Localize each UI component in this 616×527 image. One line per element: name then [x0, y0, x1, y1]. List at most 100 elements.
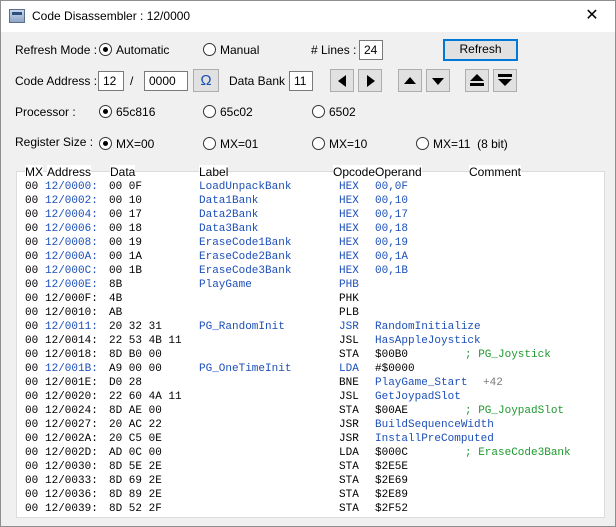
arrow-left-icon[interactable] — [330, 69, 354, 92]
window-title: Code Disassembler : 12/0000 — [32, 9, 191, 23]
table-row[interactable]: 00 12/000F: 4B PHK — [25, 292, 605, 306]
refresh-button[interactable]: Refresh — [443, 39, 518, 61]
row-operand[interactable]: BuildSequenceWidth — [375, 418, 494, 432]
table-row[interactable]: 00 12/0006: 00 18 Data3Bank HEX 00,18 — [25, 222, 605, 236]
row-data: 8D 69 2E — [109, 475, 162, 487]
code-offset-input[interactable]: 0000 — [144, 71, 188, 91]
table-row[interactable]: 00 12/001E: D0 28 BNE PlayGame_Start +42 — [25, 376, 605, 390]
table-row[interactable]: 00 12/0011: 20 32 31 PG_RandomInit JSR Random… — [25, 320, 605, 334]
processor-6502-radio[interactable] — [312, 105, 325, 118]
lines-input[interactable]: 24 — [359, 40, 383, 60]
processor-6502-label[interactable]: 6502 — [329, 105, 356, 119]
row-opcode: JSL — [339, 335, 359, 347]
row-label[interactable]: EraseCode3Bank — [199, 264, 291, 278]
page-up-icon[interactable] — [465, 69, 489, 92]
table-row[interactable]: 00 12/0033: 8D 69 2E STA $2E69 — [25, 474, 605, 488]
address-separator: / — [130, 74, 134, 88]
table-row[interactable]: 00 12/000E: 8B PlayGame PHB — [25, 278, 605, 292]
row-label[interactable]: PlayGame — [199, 278, 252, 292]
table-row[interactable]: 00 12/0024: 8D AE 00 STA $00AE ; PG_JoypadSlo… — [25, 404, 605, 418]
row-label[interactable]: LoadUnpackBank — [199, 180, 291, 194]
row-operand[interactable]: 00,19 — [375, 236, 408, 250]
row-address: 12/002A: — [45, 433, 98, 445]
table-row[interactable]: 00 12/001B: A9 00 00 PG_OneTimeInit LDA #$000… — [25, 362, 605, 376]
row-operand[interactable]: InstallPreComputed — [375, 432, 494, 446]
table-row[interactable]: 00 12/0004: 00 17 Data2Bank HEX 00,17 — [25, 208, 605, 222]
processor-65c816-radio[interactable] — [99, 105, 112, 118]
row-operand[interactable]: PlayGame_Start — [375, 376, 467, 390]
row-label[interactable]: Data1Bank — [199, 194, 258, 208]
register-mx10-label[interactable]: MX=10 — [329, 137, 367, 151]
arrow-up-icon[interactable] — [398, 69, 422, 92]
processor-65c02-radio[interactable] — [203, 105, 216, 118]
arrow-down-icon[interactable] — [426, 69, 450, 92]
register-mx11-radio[interactable] — [416, 137, 429, 150]
column-header-address: Address — [47, 165, 92, 179]
row-operand[interactable]: 00,0F — [375, 180, 408, 194]
table-row[interactable]: 00 12/0002: 00 10 Data1Bank HEX 00,10 — [25, 194, 605, 208]
arrow-right-icon[interactable] — [358, 69, 382, 92]
row-operand[interactable]: 00,18 — [375, 222, 408, 236]
row-label[interactable]: EraseCode2Bank — [199, 250, 291, 264]
row-label[interactable]: PG_RandomInit — [199, 320, 285, 334]
row-data: 00 19 — [109, 237, 143, 249]
register-mx11-label[interactable]: MX=11 (8 bit) — [433, 137, 508, 151]
row-comment: ; EraseCode3Bank — [465, 447, 571, 459]
table-row[interactable]: 00 12/0000: 00 0F LoadUnpackBank HEX 00,0F — [25, 180, 605, 194]
register-mx00-radio[interactable] — [99, 137, 112, 150]
table-row[interactable]: 00 12/0020: 22 60 4A 11 JSL GetJoypadSlot — [25, 390, 605, 404]
row-address: 12/0008: — [45, 237, 98, 249]
table-row[interactable]: 00 12/0014: 22 53 4B 11 JSL HasAppleJoystick — [25, 334, 605, 348]
code-bank-input[interactable]: 12 — [98, 71, 124, 91]
register-mx10-radio[interactable] — [312, 137, 325, 150]
table-row[interactable]: 00 12/000C: 00 1B EraseCode3Bank HEX 00,1B — [25, 264, 605, 278]
register-mx01-label[interactable]: MX=01 — [220, 137, 258, 151]
omega-icon[interactable]: Ω — [193, 69, 219, 92]
row-address: 12/0014: — [45, 335, 98, 347]
refresh-manual-radio[interactable] — [203, 43, 216, 56]
table-row[interactable]: 00 12/0036: 8D 89 2E STA $2E89 — [25, 488, 605, 502]
row-label[interactable]: Data3Bank — [199, 222, 258, 236]
row-operand[interactable]: GetJoypadSlot — [375, 390, 461, 404]
row-address: 12/000E: — [45, 279, 98, 291]
row-operand[interactable]: RandomInitialize — [375, 320, 481, 334]
row-operand[interactable]: 00,1B — [375, 264, 408, 278]
row-address: 12/0030: — [45, 461, 98, 473]
refresh-automatic-label[interactable]: Automatic — [116, 43, 169, 57]
table-row[interactable]: 00 12/000A: 00 1A EraseCode2Bank HEX 00,1A — [25, 250, 605, 264]
row-data: 00 10 — [109, 195, 143, 207]
row-label[interactable]: EraseCode1Bank — [199, 236, 291, 250]
page-down-icon[interactable] — [493, 69, 517, 92]
row-operand[interactable]: HasAppleJoystick — [375, 334, 481, 348]
row-label[interactable]: PG_OneTimeInit — [199, 362, 291, 376]
row-operand[interactable]: 00,10 — [375, 194, 408, 208]
refresh-automatic-radio[interactable] — [99, 43, 112, 56]
row-operand: $00B0 — [375, 349, 409, 361]
row-operand[interactable]: 00,1A — [375, 250, 408, 264]
table-row[interactable]: 00 12/002A: 20 C5 0E JSR InstallPreComputed — [25, 432, 605, 446]
processor-65c02-label[interactable]: 65c02 — [220, 105, 253, 119]
title-bar[interactable]: Code Disassembler : 12/0000 ✕ — [1, 1, 615, 32]
row-label[interactable]: Data2Bank — [199, 208, 258, 222]
table-row[interactable]: 00 12/002D: AD 0C 00 LDA $000C ; EraseCode3Ba… — [25, 446, 605, 460]
row-opcode: LDA — [339, 363, 359, 375]
table-row[interactable]: 00 12/0027: 20 AC 22 JSR BuildSequenceWidth — [25, 418, 605, 432]
table-row[interactable]: 00 12/0010: AB PLB — [25, 306, 605, 320]
table-row[interactable]: 00 12/0030: 8D 5E 2E STA $2E5E — [25, 460, 605, 474]
code-disassembler-window: Code Disassembler : 12/0000 ✕ Refresh Mo… — [0, 0, 616, 527]
processor-65c816-label[interactable]: 65c816 — [116, 105, 155, 119]
table-row[interactable]: 00 12/0039: 8D 52 2F STA $2F52 — [25, 502, 605, 516]
row-address: 12/002D: — [45, 447, 98, 459]
data-bank-input[interactable]: 11 — [289, 71, 313, 91]
register-mx00-label[interactable]: MX=00 — [116, 137, 154, 151]
refresh-manual-label[interactable]: Manual — [220, 43, 259, 57]
table-row[interactable]: 00 12/0018: 8D B0 00 STA $00B0 ; PG_Joystick — [25, 348, 605, 362]
row-mx: 00 — [25, 489, 39, 501]
row-operand[interactable]: 00,17 — [375, 208, 408, 222]
table-row[interactable]: 00 12/0008: 00 19 EraseCode1Bank HEX 00,19 — [25, 236, 605, 250]
close-icon[interactable]: ✕ — [569, 1, 615, 32]
row-mx: 00 — [25, 251, 39, 263]
register-mx01-radio[interactable] — [203, 137, 216, 150]
column-header-mx: MX — [25, 165, 43, 179]
row-data: 8D AE 00 — [109, 405, 162, 417]
